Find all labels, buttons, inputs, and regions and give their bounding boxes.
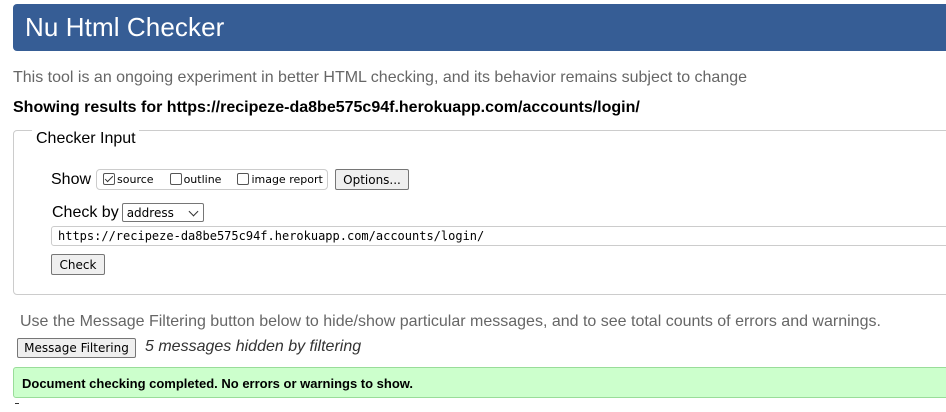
page-title: Nu Html Checker: [25, 12, 225, 42]
check-by-select[interactable]: address: [121, 203, 204, 222]
page: Nu Html Checker This tool is an ongoing …: [0, 0, 946, 412]
check-button[interactable]: Check: [51, 254, 105, 275]
image-report-checkbox[interactable]: [237, 172, 250, 185]
intro-text: This tool is an ongoing experiment in be…: [13, 69, 748, 86]
options-button[interactable]: Options...: [335, 169, 409, 190]
checker-input-legend: Checker Input: [32, 130, 139, 148]
show-options-group: source outline image report: [96, 169, 328, 190]
outline-checkbox-label[interactable]: outline: [184, 173, 222, 186]
check-by-row: Check by address: [52, 203, 204, 222]
divider-mark: [15, 403, 19, 404]
check-by-label: Check by: [52, 203, 119, 221]
filtering-note: Use the Message Filtering button below t…: [20, 313, 881, 330]
url-input[interactable]: https://recipeze-da8be575c94f.herokuapp.…: [51, 226, 946, 246]
hidden-messages-count: 5 messages hidden by filtering: [145, 338, 362, 355]
message-filtering-button[interactable]: Message Filtering: [17, 338, 136, 358]
results-heading: Showing results for https://recipeze-da8…: [13, 99, 640, 117]
image-report-checkbox-label[interactable]: image report: [251, 173, 322, 186]
header-bar: Nu Html Checker: [13, 4, 946, 51]
outline-checkbox[interactable]: [169, 172, 182, 185]
show-options-row: Show source outline image report: [51, 169, 328, 190]
source-checkbox[interactable]: [103, 172, 116, 185]
show-label: Show: [51, 170, 92, 188]
chevron-down-icon: [188, 206, 199, 216]
results-url: https://recipeze-da8be575c94f.herokuapp.…: [166, 99, 640, 116]
check-by-select-value: address: [126, 205, 174, 220]
source-checkbox-label[interactable]: source: [117, 173, 154, 186]
results-heading-prefix: Showing results for: [13, 99, 167, 116]
success-message: Document checking completed. No errors o…: [13, 367, 946, 398]
